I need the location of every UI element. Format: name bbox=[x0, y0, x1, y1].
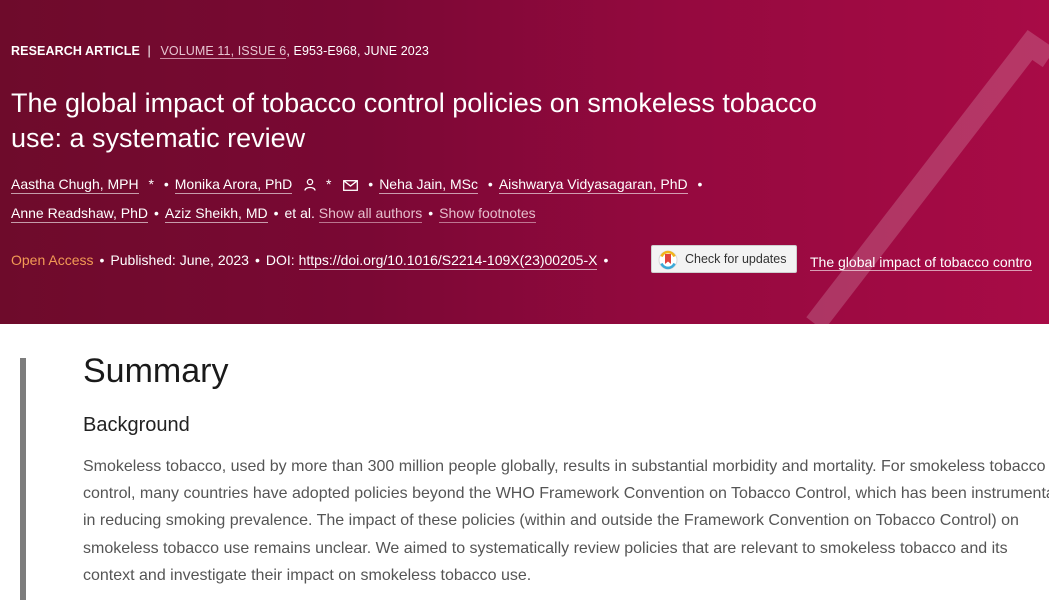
doi-label: DOI: bbox=[265, 252, 295, 268]
article-title: The global impact of tobacco control pol… bbox=[11, 88, 817, 153]
author-separator: • bbox=[697, 176, 703, 192]
citation-title-link[interactable]: The global impact of tobacco contro bbox=[810, 254, 1032, 271]
background-heading: Background bbox=[83, 414, 190, 436]
article-type: RESEARCH ARTICLE bbox=[11, 44, 140, 58]
publication-info: Open Access • Published: June, 2023 • DOI: h… bbox=[11, 252, 614, 270]
authors-row-2: Anne Readshaw, PhD • Aziz Sheikh, MD • et al… bbox=[11, 205, 536, 223]
article-header: RESEARCH ARTICLE | VOLUME 11, ISSUE 6, E… bbox=[0, 0, 1049, 324]
article-meta: RESEARCH ARTICLE | VOLUME 11, ISSUE 6, E… bbox=[11, 44, 429, 59]
corresponding-star: * bbox=[148, 176, 154, 192]
published-label: Published: bbox=[110, 252, 176, 268]
et-al: et al. bbox=[284, 205, 315, 221]
show-all-authors-link[interactable]: Show all authors bbox=[318, 205, 423, 223]
author-link[interactable]: Aishwarya Vidyasagaran, PhD bbox=[498, 176, 688, 194]
open-access-label: Open Access bbox=[11, 252, 94, 268]
author-separator: • bbox=[163, 176, 169, 192]
summary-sidebar-bar bbox=[20, 358, 26, 600]
crossmark-icon bbox=[658, 250, 678, 270]
pages-date: , E953-E968, JUNE 2023 bbox=[286, 44, 429, 58]
doi-link[interactable]: https://doi.org/10.1016/S2214-109X(23)00… bbox=[298, 252, 598, 270]
author-separator: • bbox=[153, 205, 159, 221]
info-separator: • bbox=[603, 252, 609, 268]
author-link[interactable]: Neha Jain, MSc bbox=[379, 176, 479, 194]
author-link[interactable]: Anne Readshaw, PhD bbox=[11, 205, 148, 223]
person-icon[interactable] bbox=[304, 178, 316, 194]
author-separator: • bbox=[428, 205, 434, 221]
published-date: June, 2023 bbox=[179, 252, 249, 268]
email-icon[interactable] bbox=[343, 178, 359, 194]
info-separator: • bbox=[99, 252, 105, 268]
volume-issue-link[interactable]: VOLUME 11, ISSUE 6 bbox=[160, 44, 287, 59]
show-footnotes-link[interactable]: Show footnotes bbox=[439, 205, 536, 223]
author-link[interactable]: Aastha Chugh, MPH bbox=[11, 176, 139, 194]
author-separator: • bbox=[273, 205, 279, 221]
authors-row-1: Aastha Chugh, MPH * • Monika Arora, PhD *… bbox=[11, 176, 708, 194]
check-for-updates-button[interactable]: Check for updates bbox=[651, 245, 797, 273]
corresponding-star: * bbox=[326, 176, 332, 192]
check-for-updates-label: Check for updates bbox=[685, 252, 787, 266]
background-paragraph: Smokeless tobacco, used by more than 300… bbox=[83, 458, 1049, 584]
author-link[interactable]: Monika Arora, PhD bbox=[174, 176, 293, 194]
author-link[interactable]: Aziz Sheikh, MD bbox=[164, 205, 268, 223]
info-separator: • bbox=[254, 252, 260, 268]
summary-heading: Summary bbox=[83, 352, 229, 390]
author-separator: • bbox=[368, 176, 374, 192]
meta-separator: | bbox=[147, 44, 151, 58]
author-separator: • bbox=[487, 176, 493, 192]
